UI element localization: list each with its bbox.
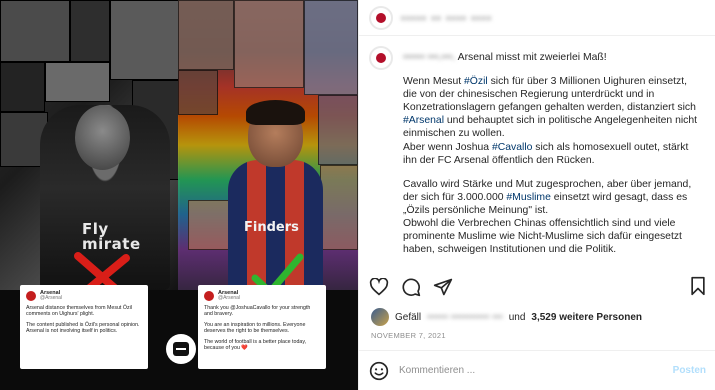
hashtag-arsenal[interactable]: #Arsenal	[403, 115, 444, 126]
tweet-text: The content published is Özil's personal…	[26, 321, 140, 335]
player-right-hair	[246, 100, 305, 125]
comment-bar: Kommentieren ... Posten	[359, 350, 715, 390]
tweet-handle: @Arsenal	[40, 295, 63, 301]
author-username[interactable]: ••••• •• •••• ••••	[401, 11, 492, 25]
tweet-text: Arsenal distance themselves from Mesut Ö…	[26, 305, 132, 318]
caption-paragraph-1: Wenn Mesut #Özil sich für über 3 Million…	[403, 76, 698, 140]
likes-connector: und	[508, 311, 526, 323]
watermark-logo-icon	[166, 334, 196, 364]
caption-paragraph-3: Cavallo wird Stärke und Mut zugesprochen…	[403, 178, 692, 216]
arsenal-logo-icon	[26, 290, 36, 301]
caption-paragraph-2: Aber wenn Joshua #Cavallo sich als homos…	[403, 141, 689, 166]
left-kit-sponsor: Fly mirate	[82, 220, 141, 253]
post-date[interactable]: NOVEMBER 7, 2021	[371, 331, 446, 340]
hashtag-muslime[interactable]: #Muslime	[506, 192, 550, 203]
tweet-text: The world of football is a better place …	[204, 338, 307, 352]
likes-count[interactable]: 3,529 weitere Personen	[531, 312, 642, 323]
post-image[interactable]: Fly mirate Finders Arsenal @Arsenal Arse…	[0, 0, 358, 390]
tweet-text: Thank you @JoshuaCavallo for your streng…	[204, 305, 311, 318]
bookmark-icon[interactable]	[689, 276, 707, 296]
post-comment-button[interactable]: Posten	[673, 365, 706, 376]
caption-username[interactable]: •••••• •••.•••.	[403, 52, 455, 63]
caption-paragraph-4: Obwohl die Verbrechen Chinas offensichtl…	[403, 218, 682, 256]
arsenal-logo-icon	[204, 290, 214, 301]
hashtag-cavallo[interactable]: #Cavallo	[492, 142, 532, 153]
share-icon[interactable]	[433, 277, 453, 297]
liker-name[interactable]: •••••• ••••••••••• •••	[427, 312, 503, 323]
likes-summary[interactable]: Gefäll •••••• ••••••••••• ••• und 3,529 …	[371, 308, 642, 326]
right-kit-sponsor: Finders	[244, 220, 299, 235]
tweet-card-arsenal-cavallo: Arsenal @Arsenal Thank you @JoshuaCavall…	[198, 285, 326, 369]
comment-input[interactable]: Kommentieren ...	[399, 365, 663, 376]
tweet-handle: @Arsenal	[218, 295, 241, 301]
player-left-head	[75, 105, 130, 170]
emoji-icon[interactable]	[369, 361, 389, 381]
liker-avatar	[371, 308, 389, 326]
hashtag-ozil[interactable]: #Özil	[464, 76, 488, 87]
likes-prefix: Gefäll	[395, 311, 422, 323]
comment-icon[interactable]	[401, 277, 421, 297]
caption-author-avatar[interactable]	[369, 46, 393, 70]
caption-headline: Arsenal misst mit zweierlei Maß!	[457, 52, 607, 63]
post-action-bar	[369, 276, 709, 298]
heart-icon[interactable]	[369, 278, 389, 296]
tweet-text: You are an inspiration to millions. Ever…	[204, 321, 306, 335]
author-avatar[interactable]	[369, 5, 393, 30]
tweet-card-arsenal-ozil: Arsenal @Arsenal Arsenal distance themse…	[20, 285, 148, 369]
post-header: ••••• •• •••• ••••	[359, 0, 715, 36]
post-caption: •••••• •••.•••. Arsenal misst mit zweier…	[369, 44, 709, 264]
post-panel: ••••• •• •••• •••• •••••• •••.•••. Arsen…	[358, 0, 715, 390]
